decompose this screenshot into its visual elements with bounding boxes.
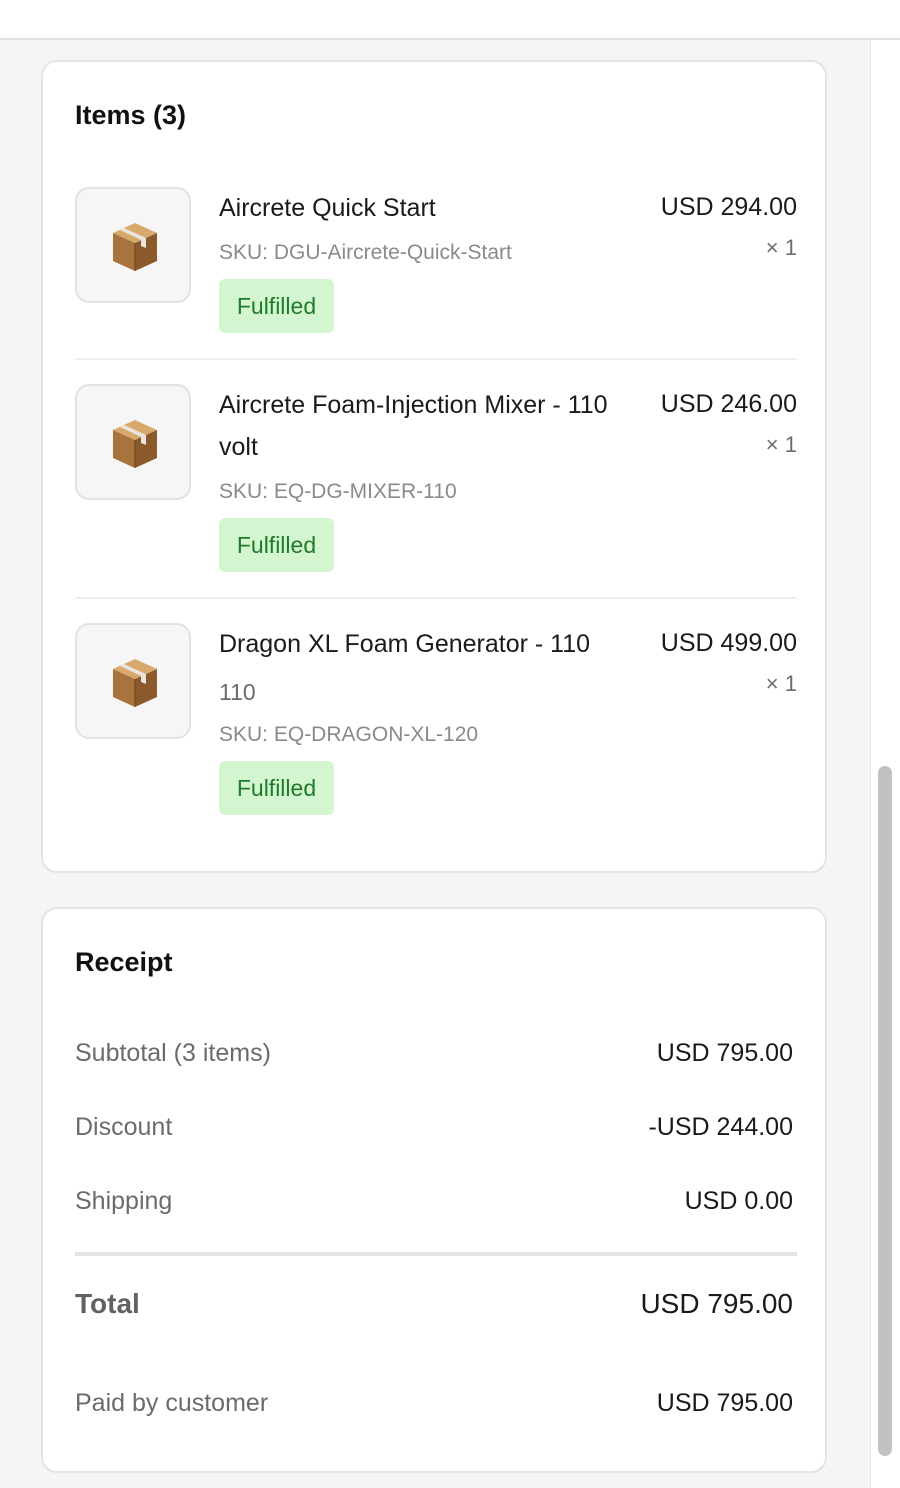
paid-value: USD 795.00 xyxy=(656,1389,793,1417)
item-sku: SKU: EQ-DRAGON-XL-120 xyxy=(219,723,479,746)
item-price: USD 246.00 xyxy=(660,390,797,418)
package-icon xyxy=(113,223,157,271)
item-variant: 110 xyxy=(219,679,256,705)
receipt-title: Receipt xyxy=(75,947,173,977)
package-icon xyxy=(113,420,157,468)
subtotal-value: USD 795.00 xyxy=(656,1039,793,1067)
top-bar xyxy=(0,0,900,40)
total-divider xyxy=(75,1252,797,1256)
line-item: Aircrete Quick Start SKU: DGU-Aircrete-Q… xyxy=(75,187,797,337)
total-value: USD 795.00 xyxy=(640,1288,793,1319)
item-name[interactable]: Aircrete Quick Start xyxy=(219,187,639,229)
items-title: Items (3) xyxy=(75,100,187,130)
item-divider xyxy=(75,597,797,599)
status-badge: Fulfilled xyxy=(219,279,334,333)
item-divider xyxy=(75,358,797,360)
shipping-label: Shipping xyxy=(75,1187,173,1215)
item-quantity: × 1 xyxy=(765,235,797,260)
item-price: USD 499.00 xyxy=(660,629,797,657)
item-name[interactable]: Aircrete Foam-Injection Mixer - 110 volt xyxy=(219,384,639,468)
item-price: USD 294.00 xyxy=(660,193,797,221)
shipping-value: USD 0.00 xyxy=(684,1187,793,1215)
discount-value: -USD 244.00 xyxy=(648,1113,793,1141)
items-card: Items (3) Aircrete Quick Start SKU: DGU-… xyxy=(41,60,827,873)
item-quantity: × 1 xyxy=(765,671,797,696)
receipt-card: Receipt Subtotal (3 items) USD 795.00 Di… xyxy=(41,907,827,1473)
paid-label: Paid by customer xyxy=(75,1389,269,1417)
status-badge: Fulfilled xyxy=(219,518,334,572)
status-badge: Fulfilled xyxy=(219,761,334,815)
product-thumbnail[interactable] xyxy=(75,623,191,739)
line-item: Aircrete Foam-Injection Mixer - 110 volt… xyxy=(75,384,797,574)
item-quantity: × 1 xyxy=(765,432,797,457)
line-item: Dragon XL Foam Generator - 110 110 SKU: … xyxy=(75,623,797,823)
subtotal-label: Subtotal (3 items) xyxy=(75,1039,271,1067)
product-thumbnail[interactable] xyxy=(75,187,191,303)
total-label: Total xyxy=(75,1288,140,1319)
item-sku: SKU: EQ-DG-MIXER-110 xyxy=(219,480,457,503)
package-icon xyxy=(113,659,157,707)
item-name[interactable]: Dragon XL Foam Generator - 110 xyxy=(219,623,639,665)
item-sku: SKU: DGU-Aircrete-Quick-Start xyxy=(219,241,512,264)
scrollbar-thumb[interactable] xyxy=(878,766,892,1456)
discount-label: Discount xyxy=(75,1113,173,1141)
product-thumbnail[interactable] xyxy=(75,384,191,500)
